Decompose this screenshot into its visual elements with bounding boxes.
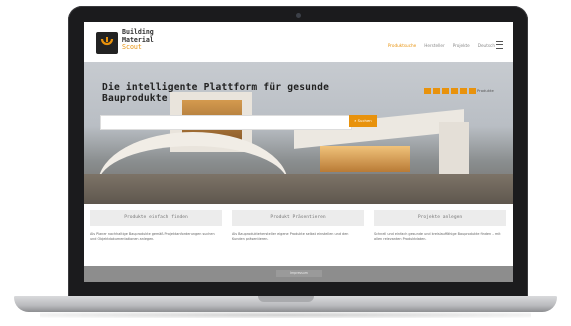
hero-image-ground — [84, 174, 513, 204]
hero-image-building-pillar — [439, 122, 469, 182]
badge — [442, 88, 449, 94]
badge — [451, 88, 458, 94]
menu-icon[interactable] — [496, 41, 503, 49]
nav-item-projekte[interactable]: Projekte — [453, 43, 470, 48]
feature-card-text-3: Schnell und einfach gesunde und kreislau… — [374, 232, 501, 241]
feature-card-text-2: Als Bauproduktehersteller eigene Produkt… — [232, 232, 349, 241]
feature-card-title-3[interactable]: Projekte anlegen — [374, 210, 506, 226]
badge-label: Produkte — [477, 88, 494, 93]
nav-item-produktsuche[interactable]: Produktsuche — [388, 43, 416, 48]
main-nav: Produktsuche Hersteller Projekte Deutsch — [388, 43, 495, 48]
laptop-screen: Building Material Scout Produktsuche Her… — [84, 22, 513, 282]
feature-card-title-2[interactable]: Produkt Präsentieren — [232, 210, 364, 226]
search-input[interactable] — [100, 115, 352, 130]
badge — [424, 88, 431, 94]
search-button-label: Suchen — [357, 118, 372, 123]
nav-item-hersteller[interactable]: Hersteller — [424, 43, 444, 48]
search-button[interactable]: ⌕ Suchen — [349, 115, 377, 127]
laptop-notch — [258, 296, 314, 302]
laptop-shadow — [40, 312, 531, 318]
feature-card-text-1: Als Planer nachhaltige Bauprodukte gemäß… — [90, 232, 215, 241]
hero-image-building-lit — [320, 146, 410, 172]
badge — [433, 88, 440, 94]
hero-title: Die intelligente Plattform für gesunde B… — [102, 82, 330, 104]
footer-button[interactable]: Impressum — [276, 270, 322, 277]
logo-text[interactable]: Building Material Scout — [122, 28, 154, 52]
feature-card-title-1[interactable]: Produkte einfach finden — [90, 210, 222, 226]
logo-line-3: Scout — [122, 43, 142, 51]
logo-icon[interactable] — [96, 32, 118, 54]
badge — [469, 88, 476, 94]
badge — [460, 88, 467, 94]
webcam-icon — [296, 13, 301, 18]
site-header: Building Material Scout Produktsuche Her… — [84, 22, 513, 62]
badge-row — [424, 88, 476, 94]
language-select[interactable]: Deutsch — [478, 43, 495, 48]
hero-section: Die intelligente Plattform für gesunde B… — [84, 62, 513, 204]
